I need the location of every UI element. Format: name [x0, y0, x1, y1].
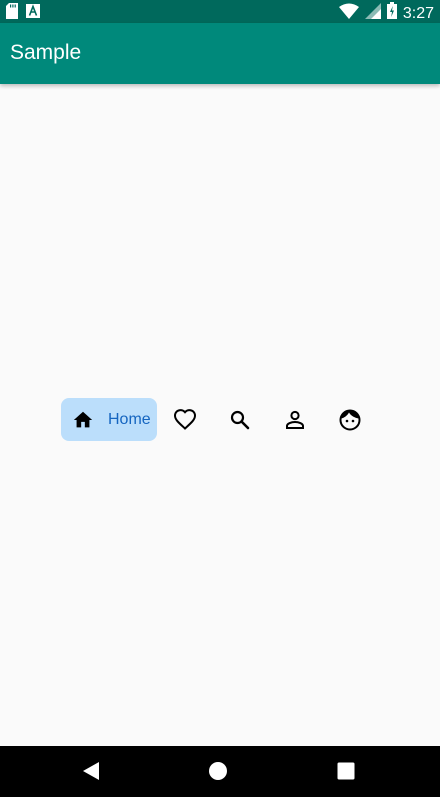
nav-item-profile[interactable]: [267, 398, 322, 441]
face-icon: [338, 408, 362, 432]
heart-icon: [173, 408, 197, 432]
back-button[interactable]: [81, 761, 101, 781]
content-area: Home: [0, 84, 440, 746]
nav-item-home-label: Home: [108, 410, 151, 428]
nav-item-home[interactable]: Home: [61, 398, 157, 441]
battery-icon: [386, 2, 397, 24]
signal-icon: [364, 2, 381, 24]
home-button[interactable]: [208, 761, 228, 781]
nav-item-favorites[interactable]: [157, 398, 212, 441]
app-bar: Sample: [0, 23, 440, 84]
back-icon: [81, 762, 101, 785]
home-icon: [72, 409, 94, 431]
home-circle-icon: [208, 762, 228, 785]
bottom-navigation: Home: [61, 398, 377, 441]
page-title: Sample: [10, 41, 82, 64]
a-notification-icon: [26, 4, 40, 23]
clock: 3:27: [402, 4, 434, 22]
recents-button[interactable]: [336, 761, 356, 781]
sd-card-icon: [6, 3, 18, 24]
wifi-icon: [338, 3, 359, 24]
recents-icon: [336, 762, 356, 785]
person-icon: [283, 408, 307, 432]
nav-item-search[interactable]: [212, 398, 267, 441]
search-icon: [228, 408, 252, 432]
system-navigation-bar: [0, 746, 440, 797]
status-right-icons: 3:27: [338, 2, 434, 24]
status-left-icons: [6, 3, 40, 24]
status-bar: 3:27: [0, 0, 440, 23]
nav-item-face[interactable]: [322, 398, 377, 441]
